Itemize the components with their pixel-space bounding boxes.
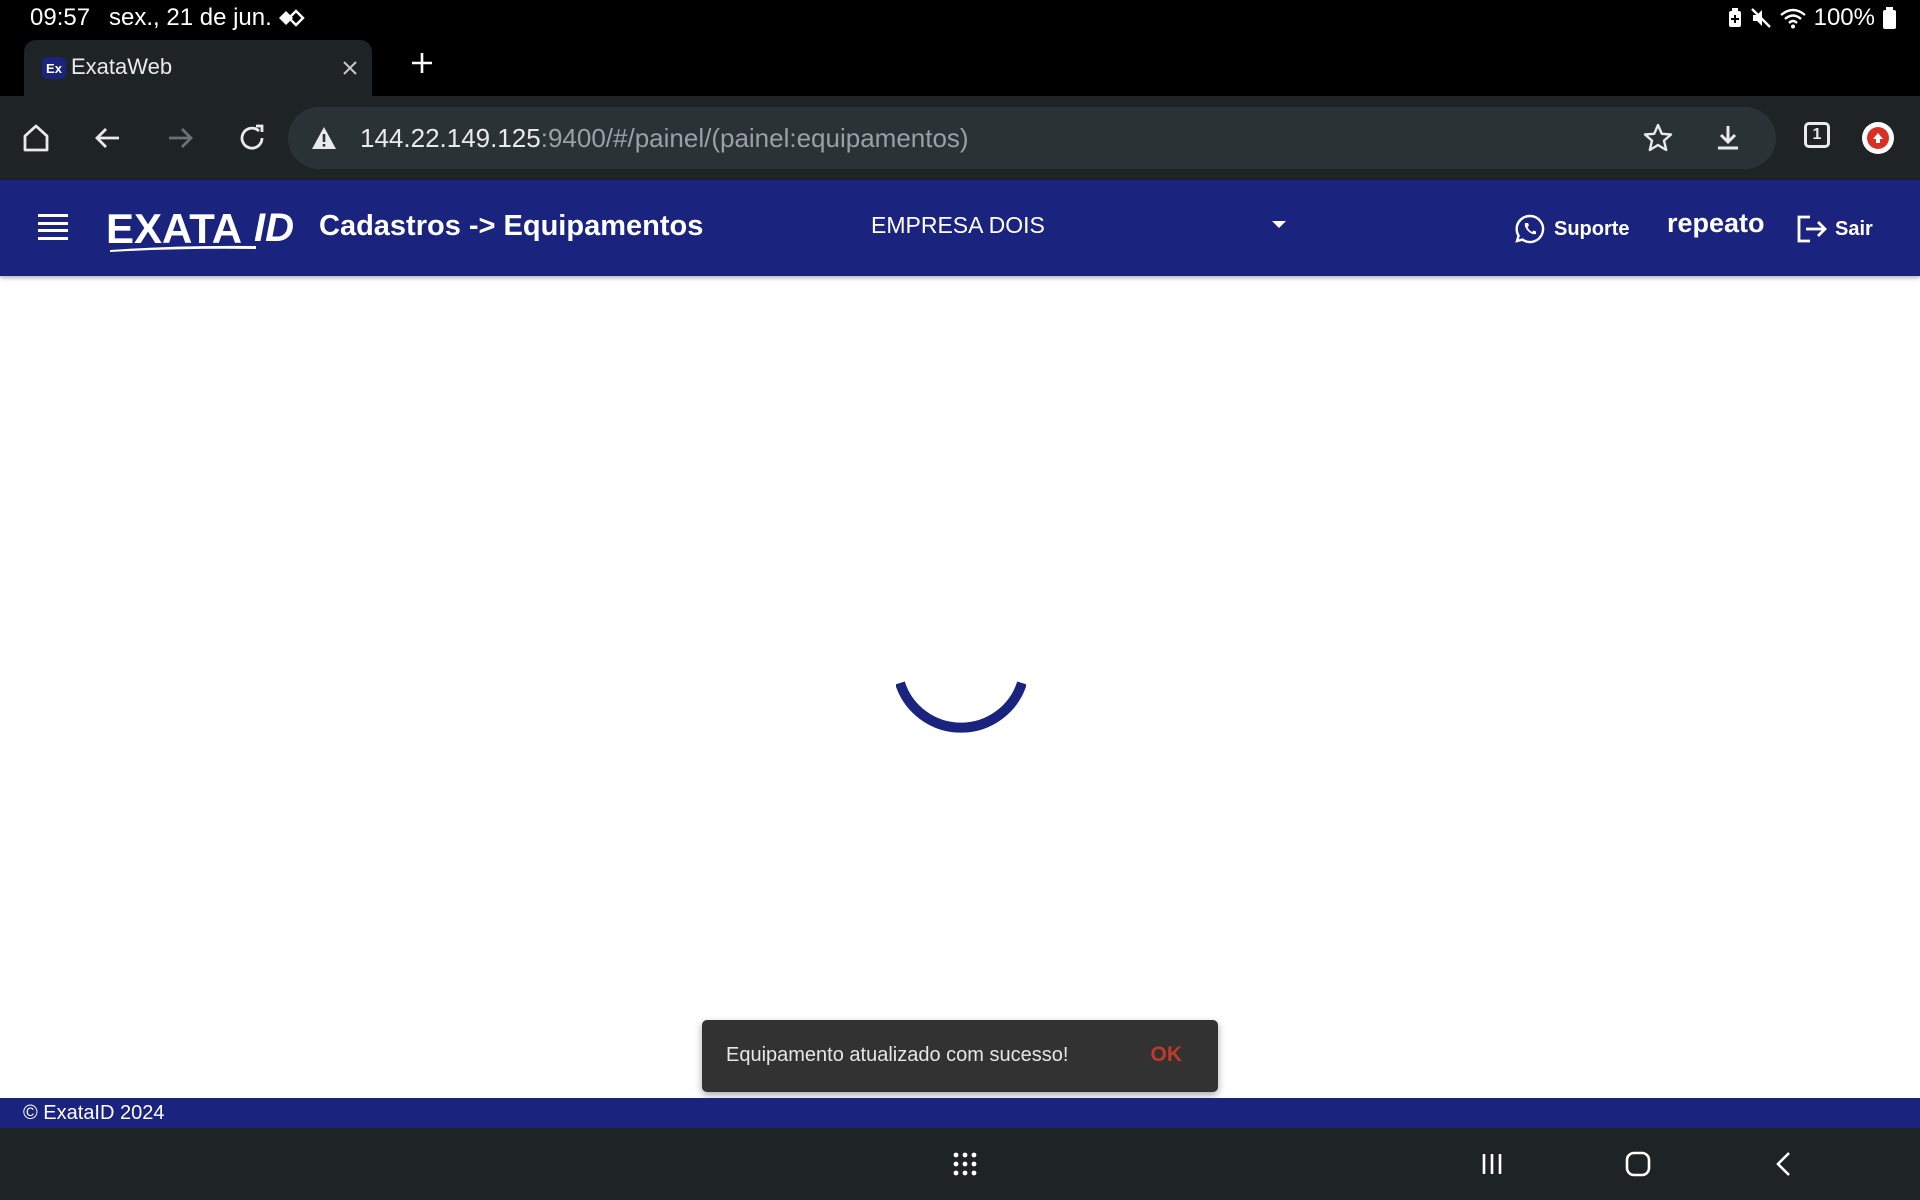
snackbar: Equipamento atualizado com sucesso! OK [702, 1020, 1218, 1092]
company-select[interactable]: EMPRESA DOIS [871, 210, 1291, 244]
back-button[interactable] [88, 118, 128, 158]
hamburger-menu-icon[interactable] [38, 214, 68, 240]
company-select-value: EMPRESA DOIS [871, 212, 1045, 238]
address-bar[interactable]: 144.22.149.125:9400/#/painel/(painel:equ… [288, 107, 1776, 169]
home-button[interactable] [16, 118, 56, 158]
profile-button[interactable] [1862, 122, 1894, 154]
bookmark-star-icon[interactable] [1642, 122, 1674, 154]
browser-toolbar: 144.22.149.125:9400/#/painel/(painel:equ… [0, 96, 1920, 180]
back-nav-button[interactable] [1764, 1144, 1804, 1184]
page-footer: © ExataID 2024 [0, 1098, 1920, 1128]
status-right-icons: 100% [1728, 4, 1896, 32]
close-tab-icon[interactable] [336, 54, 364, 82]
status-time: 09:57 [30, 4, 91, 31]
logout-button[interactable]: Sair [1795, 212, 1873, 246]
dropdown-arrow-icon [1272, 221, 1286, 228]
recents-button[interactable] [1472, 1144, 1512, 1184]
browser-tab[interactable]: Ex ExataWeb [24, 40, 372, 96]
footer-copyright: © ExataID 2024 [23, 1102, 165, 1124]
new-tab-icon[interactable] [405, 46, 439, 80]
mute-icon [1750, 8, 1771, 28]
tab-switcher-button[interactable]: 1 [1804, 122, 1830, 148]
logo-swoosh [110, 245, 256, 252]
page-title: Cadastros -> Equipamentos [319, 210, 704, 242]
whatsapp-icon [1515, 214, 1545, 244]
update-icon [1867, 127, 1889, 149]
app-drawer-button[interactable] [945, 1144, 985, 1184]
url-path: :9400/#/painel/(painel:equipamentos) [540, 123, 969, 153]
exataid-logo[interactable]: EXATA ID [106, 206, 298, 252]
url-host: 144.22.149.125 [360, 123, 541, 153]
app-header: EXATA ID Cadastros -> Equipamentos EMPRE… [0, 180, 1920, 276]
status-date: sex., 21 de jun. [109, 4, 272, 31]
wifi-icon [1779, 8, 1806, 29]
system-status-bar: 09:57 sex., 21 de jun. 100% [0, 0, 1920, 36]
forward-button[interactable] [160, 118, 200, 158]
back-chevron-icon [1776, 1152, 1790, 1176]
url-text[interactable]: 144.22.149.125:9400/#/painel/(painel:equ… [360, 123, 969, 154]
battery-icon [1883, 7, 1896, 29]
reload-button[interactable] [232, 118, 272, 158]
system-navigation-bar [0, 1128, 1920, 1200]
support-label: Suporte [1554, 217, 1630, 240]
home-nav-button[interactable] [1618, 1144, 1658, 1184]
apps-grid-icon [953, 1152, 977, 1176]
logout-label: Sair [1835, 217, 1873, 240]
username: repeato [1667, 208, 1765, 238]
home-nav-icon [1625, 1151, 1651, 1177]
recents-icon [1482, 1154, 1502, 1174]
back-arrow-icon [95, 128, 119, 148]
battery-saver-icon [1728, 8, 1741, 27]
snackbar-message: Equipamento atualizado com sucesso! [726, 1044, 1069, 1066]
battery-percent: 100% [1813, 4, 1875, 31]
web-page: EXATA ID Cadastros -> Equipamentos EMPRE… [0, 180, 1920, 1128]
logout-icon [1797, 215, 1827, 243]
support-button[interactable]: Suporte [1514, 212, 1630, 246]
download-icon[interactable] [1712, 122, 1744, 154]
favicon-icon: Ex [42, 57, 66, 79]
snackbar-ok-button[interactable]: OK [1151, 1043, 1183, 1067]
browser-tab-strip: Ex ExataWeb [0, 36, 1920, 96]
not-secure-warning-icon[interactable] [310, 124, 338, 152]
loading-spinner [896, 681, 1026, 733]
home-icon [23, 124, 49, 152]
forward-arrow-icon [169, 128, 193, 148]
logo-text-id: ID [254, 206, 294, 250]
reload-icon [240, 124, 264, 150]
diamond-icon [279, 9, 305, 27]
tab-title: ExataWeb [71, 54, 173, 79]
